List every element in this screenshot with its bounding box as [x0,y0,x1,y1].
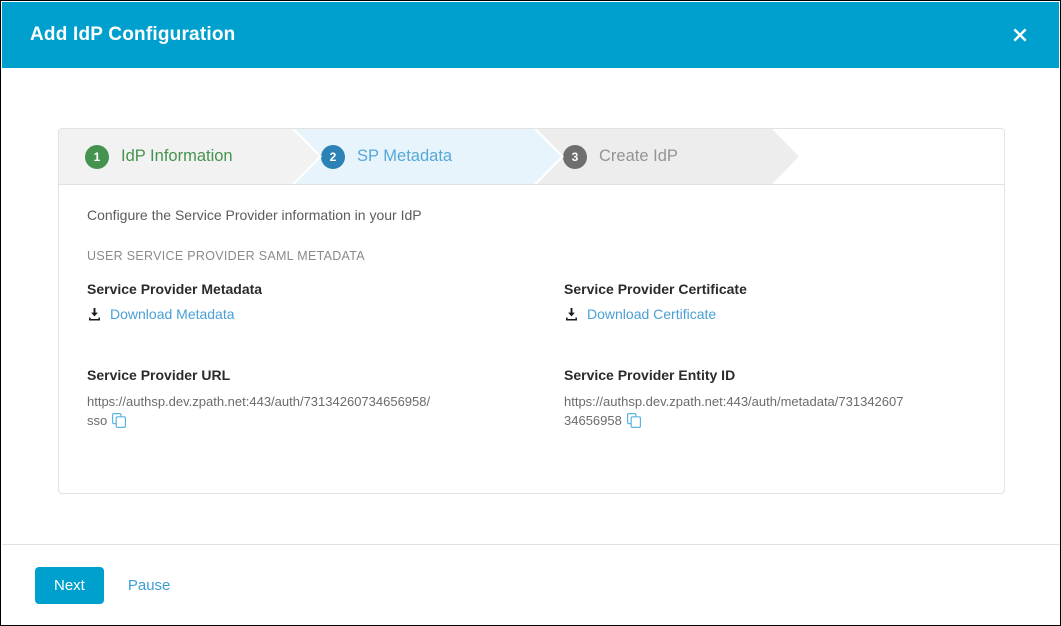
pause-link[interactable]: Pause [128,577,171,594]
download-certificate-link[interactable]: Download Certificate [564,306,716,322]
close-icon[interactable] [1003,18,1037,52]
download-icon [564,307,579,322]
service-provider-entity-id-value: https://authsp.dev.zpath.net:443/auth/me… [564,392,909,433]
field-service-provider-certificate: Service Provider Certificate Download Ce… [564,281,976,327]
dialog-title: Add IdP Configuration [30,24,236,45]
download-certificate-label: Download Certificate [587,306,717,322]
download-icon [87,307,102,322]
step-create-idp[interactable]: 3 Create IdP [537,129,799,184]
panel-body: Configure the Service Provider informati… [59,185,1004,433]
next-button[interactable]: Next [35,567,104,604]
step-number-badge: 1 [85,144,109,169]
dialog-titlebar: Add IdP Configuration [2,2,1059,68]
metadata-grid: Service Provider Metadata Download Metad… [87,281,976,433]
url-string: https://authsp.dev.zpath.net:443/auth/me… [564,393,904,428]
dialog-add-idp-configuration: Add IdP Configuration 1 IdP Information … [0,0,1061,626]
step-label: Create IdP [599,147,678,165]
download-metadata-link[interactable]: Download Metadata [87,306,235,322]
field-service-provider-url: Service Provider URL https://authsp.dev.… [87,367,564,433]
step-label: IdP Information [121,147,233,165]
field-service-provider-entity-id: Service Provider Entity ID https://auths… [564,367,976,433]
field-label: Service Provider Metadata [87,281,263,297]
dialog-footer: Next Pause [1,545,1060,625]
instruction-text: Configure the Service Provider informati… [87,207,422,223]
field-label: Service Provider Entity ID [564,366,736,383]
step-sp-metadata[interactable]: 2 SP Metadata [295,129,561,184]
step-number-badge: 3 [563,144,587,169]
url-string: https://authsp.dev.zpath.net:443/auth/73… [87,393,431,428]
wizard-panel: 1 IdP Information 2 SP Metadata 3 Create… [58,128,1005,494]
wizard-stepper: 1 IdP Information 2 SP Metadata 3 Create… [59,129,1004,185]
step-number-badge: 2 [321,144,345,169]
field-service-provider-metadata: Service Provider Metadata Download Metad… [87,281,564,327]
download-metadata-label: Download Metadata [110,306,235,322]
step-label: SP Metadata [357,147,453,165]
field-label: Service Provider Certificate [564,281,747,297]
copy-icon[interactable] [626,412,641,433]
section-heading: USER SERVICE PROVIDER SAML METADATA [87,249,365,263]
step-idp-information[interactable]: 1 IdP Information [59,129,319,184]
field-label: Service Provider URL [87,366,231,383]
service-provider-url-value: https://authsp.dev.zpath.net:443/auth/73… [87,392,432,433]
copy-icon[interactable] [112,412,127,433]
